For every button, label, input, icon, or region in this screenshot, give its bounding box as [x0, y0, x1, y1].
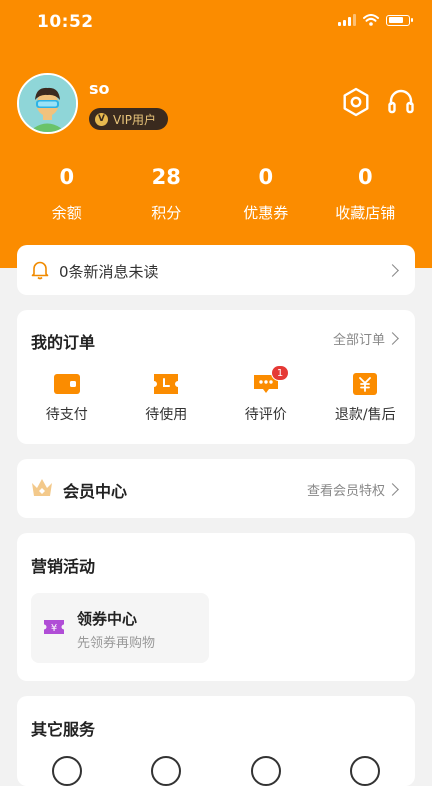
crown-icon: [32, 479, 52, 496]
coupon-center-subtitle: 先领券再购物: [77, 636, 156, 651]
service-icons-row: [17, 756, 415, 786]
all-orders-link[interactable]: 全部订单: [333, 329, 385, 348]
other-services-card: 其它服务: [17, 696, 415, 786]
signal-icon: [338, 14, 356, 26]
stat-label: 余额: [51, 204, 82, 222]
coupon-icon: ¥: [44, 620, 64, 634]
order-label: 退款/售后: [334, 407, 396, 423]
stat-coupons[interactable]: 0 优惠券: [216, 162, 316, 223]
stat-balance[interactable]: 0 余额: [17, 162, 117, 223]
battery-icon: [386, 14, 413, 26]
member-center-card[interactable]: 会员中心 查看会员特权: [17, 459, 415, 518]
message-notice[interactable]: 0条新消息未读: [17, 245, 415, 295]
message-text: 0条新消息未读: [59, 263, 159, 281]
other-services-title: 其它服务: [31, 720, 96, 739]
order-pending-payment[interactable]: 待支付: [17, 372, 117, 424]
stat-value: 0: [357, 165, 373, 189]
service-icon: [350, 756, 381, 786]
refund-icon: [353, 373, 378, 395]
member-privileges-link[interactable]: 查看会员特权: [307, 480, 385, 499]
order-label: 待评价: [244, 407, 287, 423]
stat-label: 积分: [151, 204, 182, 222]
status-icons: [338, 14, 413, 26]
stat-points[interactable]: 28 积分: [117, 162, 217, 223]
stat-favorite-shops[interactable]: 0 收藏店铺: [316, 162, 416, 223]
settings-icon[interactable]: [341, 87, 371, 117]
avatar[interactable]: [17, 73, 78, 134]
order-label: 待支付: [45, 407, 88, 423]
vip-badge[interactable]: V VIP用户: [89, 108, 168, 130]
stat-value: 28: [151, 165, 181, 189]
service-item[interactable]: [316, 756, 416, 786]
order-pending-review[interactable]: 1 待评价: [216, 365, 316, 424]
coupon-center-title: 领券中心: [77, 610, 138, 628]
order-label: 待使用: [145, 407, 188, 423]
member-center-title: 会员中心: [63, 482, 128, 501]
order-pending-use[interactable]: 待使用: [117, 372, 217, 424]
coupon-icon-glyph: ¥: [51, 623, 57, 634]
service-item[interactable]: [17, 756, 117, 786]
marketing-title: 营销活动: [31, 557, 96, 576]
chevron-right-icon: [386, 264, 399, 277]
service-item[interactable]: [216, 756, 316, 786]
stat-value: 0: [59, 165, 75, 189]
chevron-right-icon[interactable]: [386, 332, 399, 345]
bell-icon: [31, 261, 49, 280]
vip-badge-label: VIP用户: [113, 112, 156, 127]
chevron-right-icon: [386, 483, 399, 496]
stat-value: 0: [258, 165, 274, 189]
service-icon: [51, 756, 82, 786]
username: so: [89, 79, 110, 98]
service-icon: [151, 756, 182, 786]
review-count-badge: 1: [271, 365, 289, 381]
status-time: 10:52: [37, 12, 94, 32]
service-item[interactable]: [117, 756, 217, 786]
wallet-icon: [53, 374, 80, 394]
vip-icon: V: [95, 112, 108, 126]
ticket-icon: [154, 374, 179, 394]
status-bar: 10:52: [0, 0, 432, 46]
stat-label: 优惠券: [243, 204, 289, 222]
service-icon: [250, 756, 281, 786]
orders-title: 我的订单: [31, 333, 96, 352]
order-status-row: 待支付 待使用 1 待评价 退款/售后: [17, 365, 416, 424]
avatar-image: [19, 75, 76, 132]
orders-card: 我的订单 全部订单 待支付 待使用 1 待评价 退款/售后: [17, 310, 415, 444]
headset-icon[interactable]: [386, 87, 416, 117]
marketing-card: 营销活动 ¥ 领券中心 先领券再购物: [17, 533, 415, 681]
coupon-center-tile[interactable]: ¥ 领券中心 先领券再购物: [31, 593, 209, 663]
wifi-icon: [363, 14, 379, 26]
order-refund[interactable]: 退款/售后: [316, 372, 416, 424]
stat-label: 收藏店铺: [335, 204, 396, 222]
account-stats: 0 余额 28 积分 0 优惠券 0 收藏店铺: [17, 162, 415, 223]
